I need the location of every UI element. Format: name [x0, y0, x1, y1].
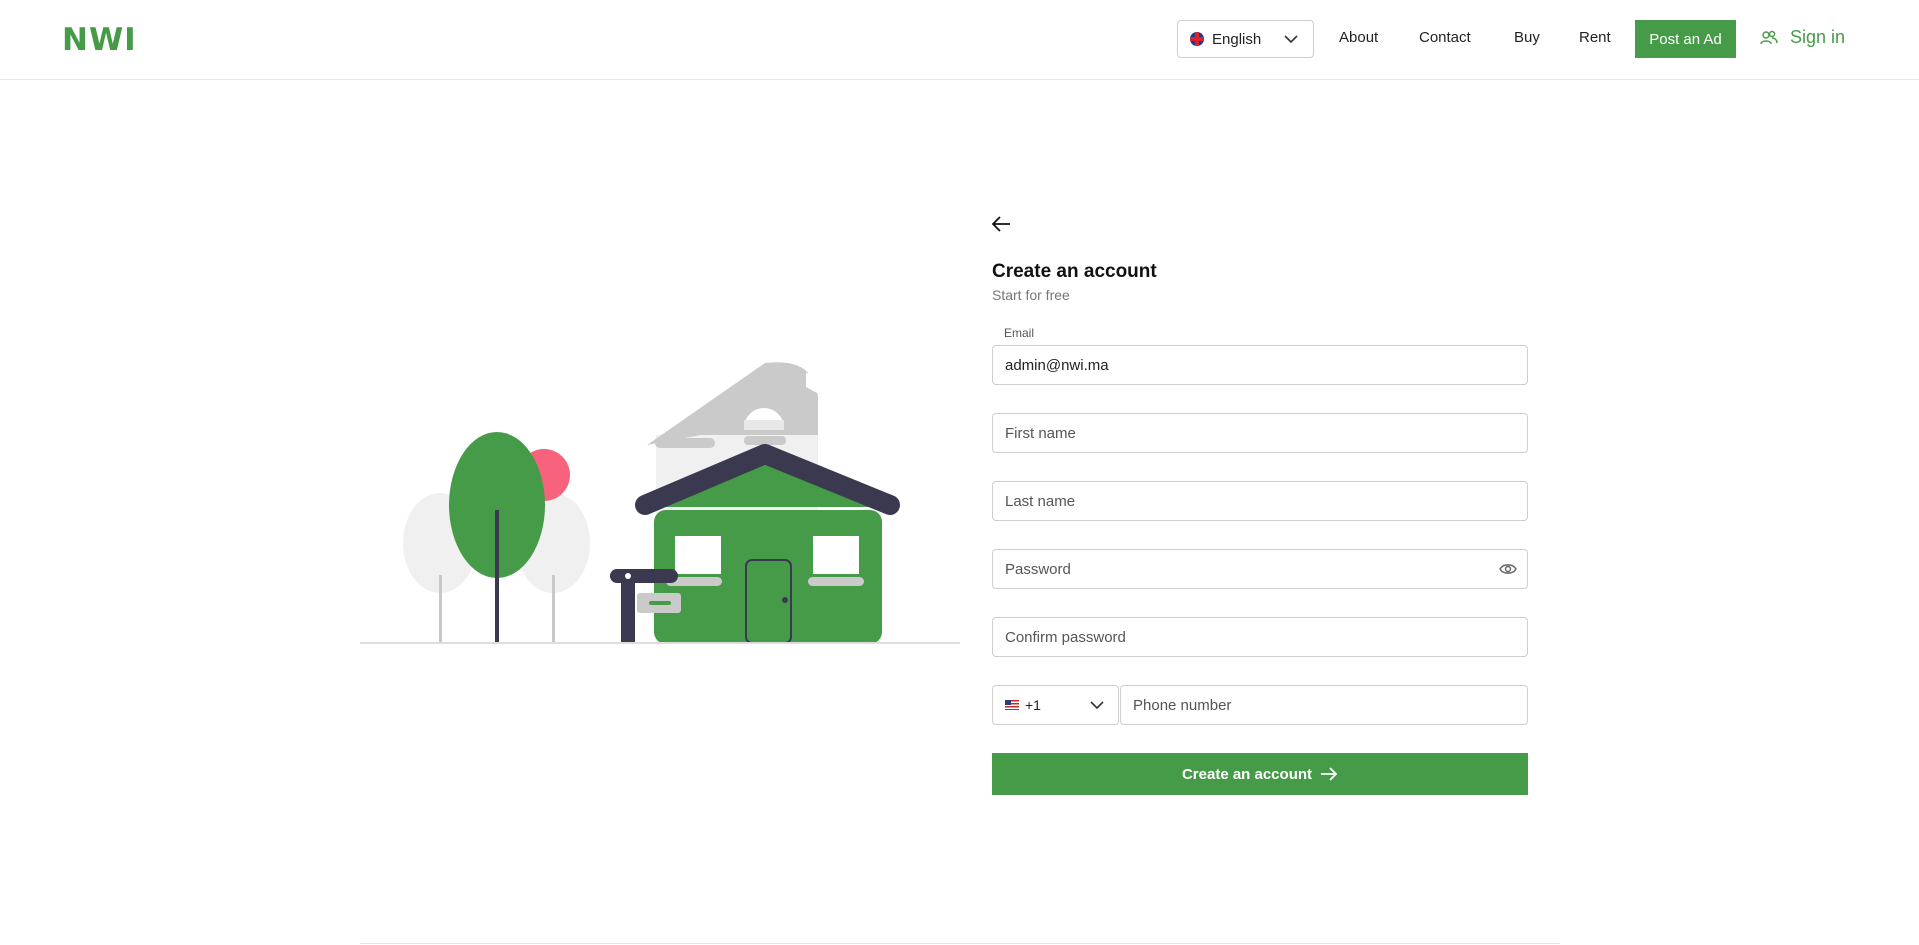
nav-contact[interactable]: Contact	[1419, 29, 1471, 46]
last-name-field[interactable]	[992, 481, 1528, 521]
arrow-right-icon	[1321, 767, 1338, 781]
country-code-select[interactable]: +1	[992, 685, 1119, 725]
nav-about[interactable]: About	[1339, 29, 1378, 46]
nav-rent[interactable]: Rent	[1579, 29, 1611, 46]
uk-flag-icon	[1190, 32, 1204, 46]
site-header: NWI English About Contact Buy Rent Post …	[0, 0, 1919, 80]
create-account-label: Create an account	[1181, 765, 1313, 783]
form-title: Create an account	[992, 261, 1157, 282]
nav-buy[interactable]: Buy	[1514, 29, 1540, 46]
house-illustration	[360, 362, 960, 644]
chevron-down-icon	[1284, 35, 1298, 44]
tree-green	[449, 432, 545, 644]
eye-icon[interactable]	[1499, 560, 1517, 578]
sign-in-link[interactable]: Sign in	[1760, 27, 1845, 48]
form-subtitle: Start for free	[992, 287, 1070, 303]
footer-divider	[360, 943, 1560, 944]
users-icon	[1760, 30, 1778, 44]
site-logo[interactable]: NWI	[62, 22, 137, 58]
phone-number-field[interactable]	[1120, 685, 1528, 725]
password-field[interactable]	[992, 549, 1528, 589]
us-flag-icon	[1005, 700, 1019, 710]
chevron-down-icon	[1090, 701, 1104, 710]
back-arrow-icon[interactable]	[990, 214, 1012, 234]
country-code-label: +1	[1025, 697, 1041, 713]
sign-in-label: Sign in	[1790, 27, 1846, 47]
first-name-field[interactable]	[992, 413, 1528, 453]
language-select[interactable]: English	[1177, 20, 1314, 58]
create-account-button[interactable]: Create an account	[992, 753, 1528, 795]
email-field[interactable]	[992, 345, 1528, 385]
language-label: English	[1212, 30, 1262, 48]
house	[635, 362, 900, 644]
confirm-password-field[interactable]	[992, 617, 1528, 657]
post-ad-button[interactable]: Post an Ad	[1635, 20, 1736, 58]
email-label: Email	[1004, 326, 1035, 340]
